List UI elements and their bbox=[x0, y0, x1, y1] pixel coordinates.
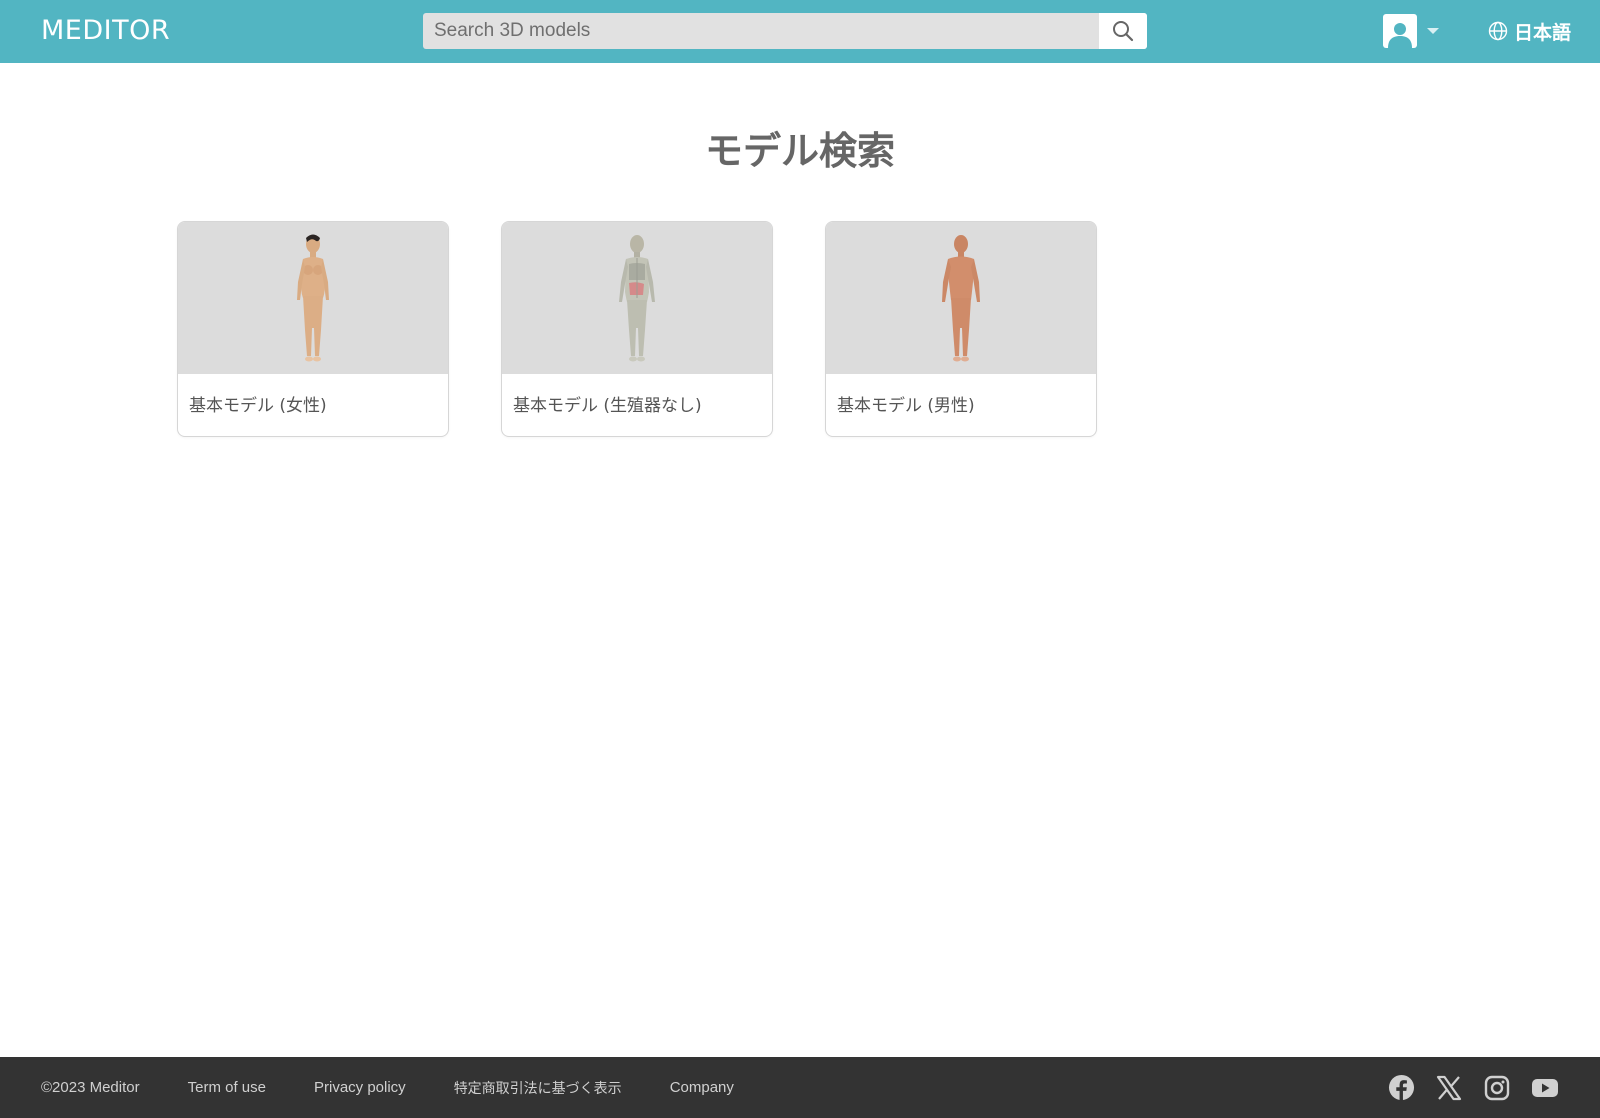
footer-links: ©2023 Meditor Term of use Privacy policy… bbox=[41, 1057, 782, 1118]
model-card-label: 基本モデル (女性) bbox=[189, 396, 327, 416]
footer-link-privacy[interactable]: Privacy policy bbox=[314, 1079, 406, 1096]
search-input[interactable] bbox=[423, 13, 1100, 49]
female-body-icon bbox=[297, 234, 329, 362]
logo[interactable]: MEDITOR bbox=[41, 14, 170, 48]
model-card-label: 基本モデル (生殖器なし) bbox=[513, 396, 702, 416]
x-icon[interactable] bbox=[1435, 1074, 1463, 1102]
male-body-icon bbox=[942, 235, 980, 362]
user-icon bbox=[1383, 14, 1417, 48]
page: MEDITOR Search 3D models 日本語 モデル検索 基本モデル… bbox=[0, 0, 1600, 1118]
top-navbar: MEDITOR Search 3D models 日本語 bbox=[0, 0, 1600, 63]
model-card-list: 基本モデル (女性) 基本モデル (生殖器なし) 基本モデル (男性) bbox=[177, 221, 1097, 437]
model-thumbnail bbox=[502, 222, 772, 374]
language-selector[interactable]: 日本語 bbox=[1488, 16, 1571, 46]
search-icon bbox=[1113, 21, 1134, 42]
model-card[interactable]: 基本モデル (生殖器なし) bbox=[501, 221, 773, 437]
model-card[interactable]: 基本モデル (女性) bbox=[177, 221, 449, 437]
search-bar bbox=[423, 13, 1147, 49]
model-thumbnail bbox=[178, 222, 448, 374]
youtube-icon[interactable] bbox=[1531, 1074, 1559, 1102]
footer-link-commercial-law[interactable]: 特定商取引法に基づく表示 bbox=[454, 1078, 622, 1098]
model-thumbnail bbox=[826, 222, 1096, 374]
page-title: モデル検索 bbox=[704, 129, 895, 173]
footer-link-company[interactable]: Company bbox=[670, 1079, 734, 1096]
instagram-icon[interactable] bbox=[1483, 1074, 1511, 1102]
language-label: 日本語 bbox=[1514, 21, 1572, 44]
model-card[interactable]: 基本モデル (男性) bbox=[825, 221, 1097, 437]
chevron-down-icon bbox=[1427, 28, 1439, 34]
globe-icon bbox=[1488, 21, 1508, 41]
footer-link-terms[interactable]: Term of use bbox=[188, 1079, 266, 1096]
model-card-label: 基本モデル (男性) bbox=[837, 396, 975, 416]
footer: ©2023 Meditor Term of use Privacy policy… bbox=[0, 1057, 1600, 1118]
user-menu[interactable] bbox=[1383, 14, 1439, 48]
search-button[interactable] bbox=[1099, 13, 1147, 49]
anatomy-body-icon bbox=[619, 235, 655, 362]
social-links bbox=[1387, 1057, 1559, 1118]
copyright: ©2023 Meditor bbox=[41, 1079, 140, 1096]
facebook-icon[interactable] bbox=[1387, 1074, 1415, 1102]
